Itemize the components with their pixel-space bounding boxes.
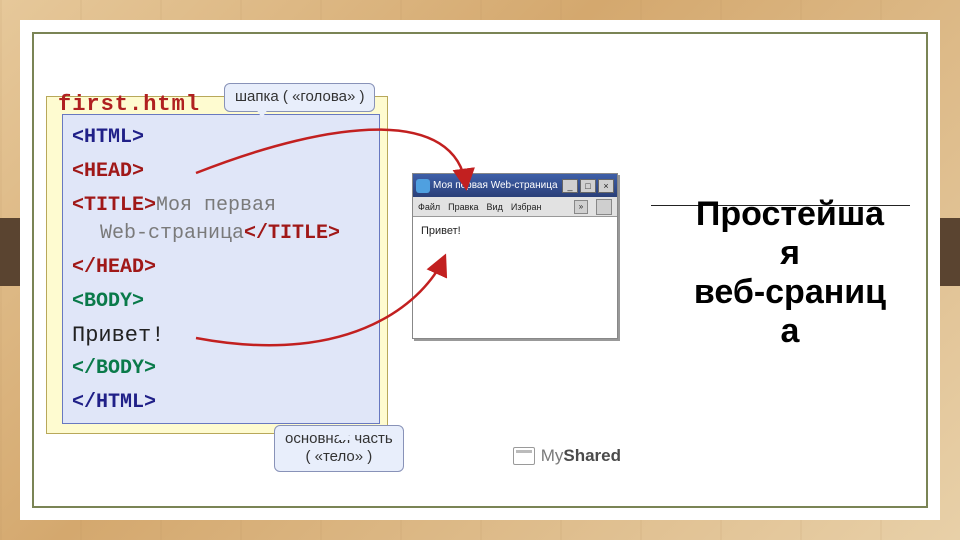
callout-tail-bot [336,428,352,440]
watermark-icon [513,447,535,465]
headline-l2: я [780,234,800,272]
menu-file[interactable]: Файл [418,202,440,212]
tag-body-open: <BODY> [72,290,144,313]
code-block: <HTML> <HEAD> <TITLE>Моя первая Web-стра… [72,124,392,417]
menu-favorites[interactable]: Избран [511,202,542,212]
menu-edit[interactable]: Правка [448,202,478,212]
tag-html-close: </HTML> [72,391,156,414]
close-button[interactable]: × [598,179,614,193]
browser-menu: Файл Правка Вид Избран » [413,197,617,217]
slide-frame: first.html <HTML> <HEAD> <TITLE>Моя перв… [20,20,940,520]
browser-window: Моя первая Web-страница ... _ □ × Файл П… [412,173,618,339]
chevron-right-icon[interactable]: » [574,200,588,214]
maximize-button[interactable]: □ [580,179,596,193]
tag-title-close: </TITLE> [244,222,340,245]
tag-body-close: </BODY> [72,357,156,380]
headline-l4: а [781,312,800,350]
tag-head-open: <HEAD> [72,160,144,183]
browser-content: Привет! [413,217,617,338]
slide-headline: Простейша я веб-сраниц а [670,195,910,351]
title-text-1: Моя первая [156,194,276,217]
illustration-area: first.html <HTML> <HEAD> <TITLE>Моя перв… [36,78,651,476]
throbber-icon [596,199,612,215]
title-text-2: Web-страница [72,222,244,245]
watermark-suffix: Shared [563,446,621,465]
headline-l1: Простейша [696,195,884,233]
browser-title: Моя первая Web-страница ... [433,180,559,191]
callout-tail-top [254,106,270,118]
watermark-prefix: My [541,446,564,465]
ie-icon [416,179,430,193]
callout-header: шапка ( «голова» ) [224,83,375,112]
file-name: first.html [58,92,200,117]
callout-body-l2: ( «тело» ) [305,448,372,465]
body-text: Привет! [72,323,164,348]
tag-title-open: <TITLE> [72,194,156,217]
watermark: MyShared [513,446,621,466]
tag-html-open: <HTML> [72,126,144,149]
menu-view[interactable]: Вид [487,202,503,212]
tag-head-close: </HEAD> [72,256,156,279]
browser-titlebar: Моя первая Web-страница ... _ □ × [413,174,617,197]
minimize-button[interactable]: _ [562,179,578,193]
headline-l3: веб-сраниц [694,273,886,311]
